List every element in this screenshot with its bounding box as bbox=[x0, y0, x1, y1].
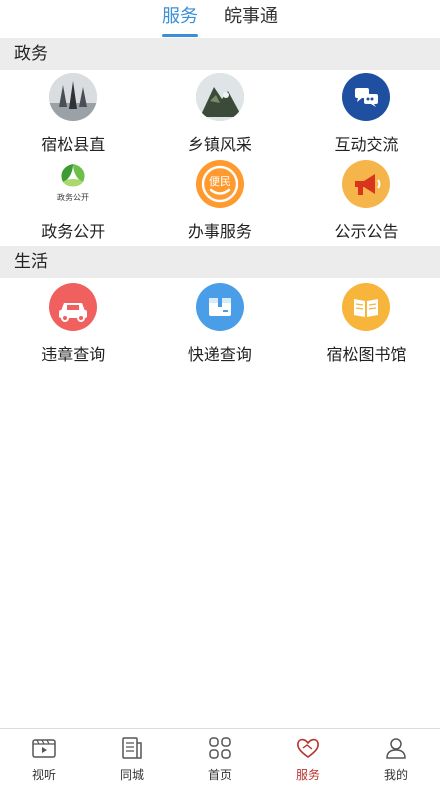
chat-bubbles-icon bbox=[342, 73, 391, 121]
landmark-photo-icon bbox=[49, 73, 98, 121]
service-item-label: 办事服务 bbox=[187, 222, 252, 241]
service-item-notices[interactable]: 公示公告 bbox=[293, 160, 440, 242]
home-grid-icon bbox=[209, 737, 231, 759]
nav-item-mine[interactable]: 我的 bbox=[352, 729, 440, 789]
service-item-gov-open[interactable]: 政务公开 政务公开 bbox=[0, 160, 147, 242]
service-item-violation[interactable]: 违章查询 bbox=[0, 283, 147, 365]
service-item-library[interactable]: 宿松图书馆 bbox=[293, 283, 440, 365]
package-icon bbox=[195, 283, 244, 331]
service-item-label: 违章查询 bbox=[41, 345, 106, 364]
section-header-government: 政务 bbox=[0, 38, 440, 70]
video-icon bbox=[32, 739, 56, 758]
service-item-towns[interactable]: 乡镇风采 bbox=[147, 73, 294, 155]
government-row-2: 政务公开 政务公开 便民 办事服务 公示公告 bbox=[0, 160, 440, 242]
tab-services[interactable]: 服务 bbox=[162, 0, 198, 37]
service-item-label: 互动交流 bbox=[334, 135, 399, 154]
nav-label: 视听 bbox=[31, 768, 56, 782]
service-item-label: 政务公开 bbox=[41, 222, 106, 241]
heart-hands-icon bbox=[297, 738, 319, 758]
service-item-label: 公示公告 bbox=[334, 222, 399, 241]
nav-item-video[interactable]: 视听 bbox=[0, 729, 88, 789]
leaf-logo-icon: 政务公开 bbox=[49, 160, 98, 208]
life-row-1: 违章查询 快递查询 宿松图书馆 bbox=[0, 283, 440, 365]
service-item-interaction[interactable]: 互动交流 bbox=[293, 73, 440, 155]
convenience-icon: 便民 bbox=[195, 160, 244, 208]
news-icon bbox=[122, 737, 142, 759]
nav-label: 我的 bbox=[383, 768, 408, 782]
nav-item-services[interactable]: 服务 bbox=[264, 729, 352, 789]
svg-text:便民: 便民 bbox=[209, 175, 231, 188]
section-header-life: 生活 bbox=[0, 246, 440, 278]
book-icon bbox=[342, 283, 391, 331]
service-item-label: 乡镇风采 bbox=[187, 135, 252, 154]
tab-wanshitong[interactable]: 皖事通 bbox=[224, 0, 278, 36]
nav-label: 同城 bbox=[119, 768, 144, 782]
car-icon bbox=[49, 283, 98, 331]
service-item-affairs[interactable]: 便民 办事服务 bbox=[147, 160, 294, 242]
top-tab-bar: 服务 皖事通 bbox=[0, 0, 440, 38]
megaphone-icon bbox=[342, 160, 391, 208]
service-item-label: 快递查询 bbox=[187, 345, 252, 364]
bottom-nav-bar: 视听 同城 首页 服务 我的 bbox=[0, 728, 440, 789]
user-icon bbox=[386, 738, 406, 759]
nav-label: 服务 bbox=[295, 768, 320, 782]
nav-label: 首页 bbox=[207, 768, 232, 782]
mountain-photo-icon bbox=[195, 73, 244, 121]
service-item-county[interactable]: 宿松县直 bbox=[0, 73, 147, 155]
service-item-label: 宿松县直 bbox=[41, 135, 106, 154]
government-row-1: 宿松县直 乡镇风采 互动交流 bbox=[0, 73, 440, 155]
service-item-express[interactable]: 快递查询 bbox=[147, 283, 294, 365]
service-item-label: 宿松图书馆 bbox=[326, 345, 407, 364]
svg-text:政务公开: 政务公开 bbox=[57, 192, 89, 202]
nav-item-local[interactable]: 同城 bbox=[88, 729, 176, 789]
nav-item-home[interactable]: 首页 bbox=[176, 729, 264, 789]
